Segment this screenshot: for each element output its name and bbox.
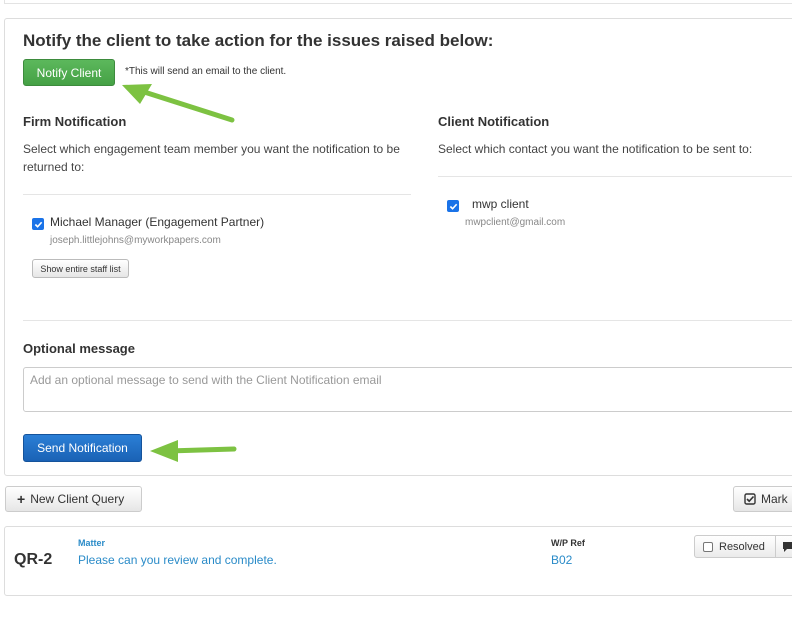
optional-message-label: Optional message — [23, 341, 135, 356]
arrow-left-icon — [122, 84, 235, 123]
mark-label: Mark — [761, 492, 788, 506]
client-contact-email: mwpclient@gmail.com — [465, 217, 566, 228]
firm-notification-description: Select which engagement team member you … — [23, 142, 400, 174]
wp-ref-link[interactable]: B02 — [551, 553, 572, 567]
optional-message-input[interactable]: Add an optional message to send with the… — [23, 367, 792, 412]
new-client-query-button[interactable]: + New Client Query — [5, 486, 142, 512]
check-icon — [449, 203, 457, 210]
arrow-left-icon — [150, 440, 237, 462]
query-id: QR-2 — [14, 551, 53, 568]
client-notification-title: Client Notification — [438, 114, 550, 129]
check-square-icon — [744, 493, 756, 505]
matter-label: Matter — [78, 538, 106, 548]
notify-note: *This will send an email to the client. — [125, 66, 287, 77]
message-divider — [23, 320, 792, 321]
previous-panel-edge — [4, 0, 792, 4]
check-icon — [34, 221, 42, 228]
client-contact-name: mwp client — [472, 197, 529, 211]
resolved-toggle[interactable]: Resolved — [694, 535, 792, 558]
show-staff-list-button[interactable]: Show entire staff list — [32, 259, 129, 278]
firm-member-email: joseph.littlejohns@myworkpapers.com — [50, 235, 221, 246]
firm-member-checkbox[interactable] — [32, 218, 44, 230]
client-divider — [438, 176, 792, 177]
matter-link[interactable]: Please can you review and complete. — [78, 553, 277, 567]
firm-notification-title: Firm Notification — [23, 114, 127, 129]
wp-ref-label: W/P Ref — [551, 538, 585, 548]
comment-icon[interactable] — [782, 541, 792, 553]
resolved-checkbox[interactable] — [703, 541, 713, 552]
firm-member-name: Michael Manager (Engagement Partner) — [50, 215, 265, 229]
plus-icon: + — [17, 491, 26, 507]
firm-divider — [23, 194, 411, 195]
resolved-divider — [775, 536, 776, 557]
mark-button[interactable]: Mark — [733, 486, 792, 512]
client-notification-description: Select which contact you want the notifi… — [438, 142, 753, 156]
resolved-label: Resolved — [719, 540, 765, 553]
client-contact-checkbox[interactable] — [447, 200, 459, 212]
notify-client-button[interactable]: Notify Client — [23, 59, 115, 86]
notify-heading: Notify the client to take action for the… — [23, 31, 494, 50]
send-notification-button[interactable]: Send Notification — [23, 434, 142, 462]
new-client-query-label: New Client Query — [30, 492, 125, 506]
